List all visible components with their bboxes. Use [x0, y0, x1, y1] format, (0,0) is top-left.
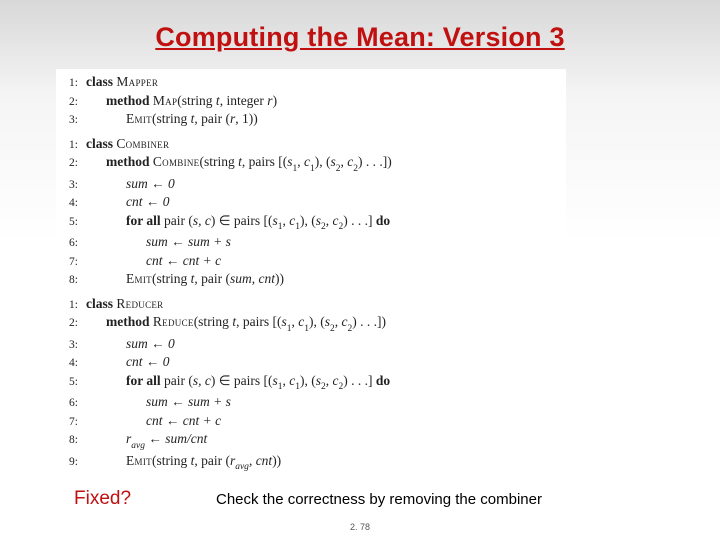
- combiner-line-4: 4: cnt ← 0: [56, 193, 566, 212]
- combiner-line-3: 3: sum ← 0: [56, 175, 566, 194]
- reducer-line-9: 9: Emit(string t, pair (ravg, cnt)): [56, 452, 566, 474]
- mapper-line-3: 3: Emit(string t, pair (r, 1)): [56, 110, 566, 129]
- mapper-line-2: 2: method Map(string t, integer r): [56, 92, 566, 111]
- combiner-line-8: 8: Emit(string t, pair (sum, cnt)): [56, 270, 566, 289]
- combiner-line-1: 1: class Combiner: [56, 135, 566, 154]
- combiner-line-5: 5: for all pair (s, c) ∈ pairs [(s1, c1)…: [56, 212, 566, 234]
- slide-title: Computing the Mean: Version 3: [0, 0, 720, 53]
- combiner-line-2: 2: method Combine(string t, pairs [(s1, …: [56, 153, 566, 175]
- mapper-line-1: 1: class Mapper: [56, 73, 566, 92]
- reducer-line-6: 6: sum ← sum + s: [56, 393, 566, 412]
- reducer-line-1: 1: class Reducer: [56, 295, 566, 314]
- reducer-line-2: 2: method Reduce(string t, pairs [(s1, c…: [56, 313, 566, 335]
- reducer-line-5: 5: for all pair (s, c) ∈ pairs [(s1, c1)…: [56, 372, 566, 394]
- combiner-line-7: 7: cnt ← cnt + c: [56, 252, 566, 271]
- reducer-line-7: 7: cnt ← cnt + c: [56, 412, 566, 431]
- reducer-line-8: 8: ravg ← sum/cnt: [56, 430, 566, 452]
- algorithm-block: 1: class Mapper 2: method Map(string t, …: [56, 69, 566, 479]
- combiner-line-6: 6: sum ← sum + s: [56, 233, 566, 252]
- reducer-line-4: 4: cnt ← 0: [56, 353, 566, 372]
- check-note: Check the correctness by removing the co…: [216, 491, 542, 508]
- fixed-question: Fixed?: [74, 488, 131, 510]
- reducer-line-3: 3: sum ← 0: [56, 335, 566, 354]
- page-number: 2. 78: [0, 522, 720, 532]
